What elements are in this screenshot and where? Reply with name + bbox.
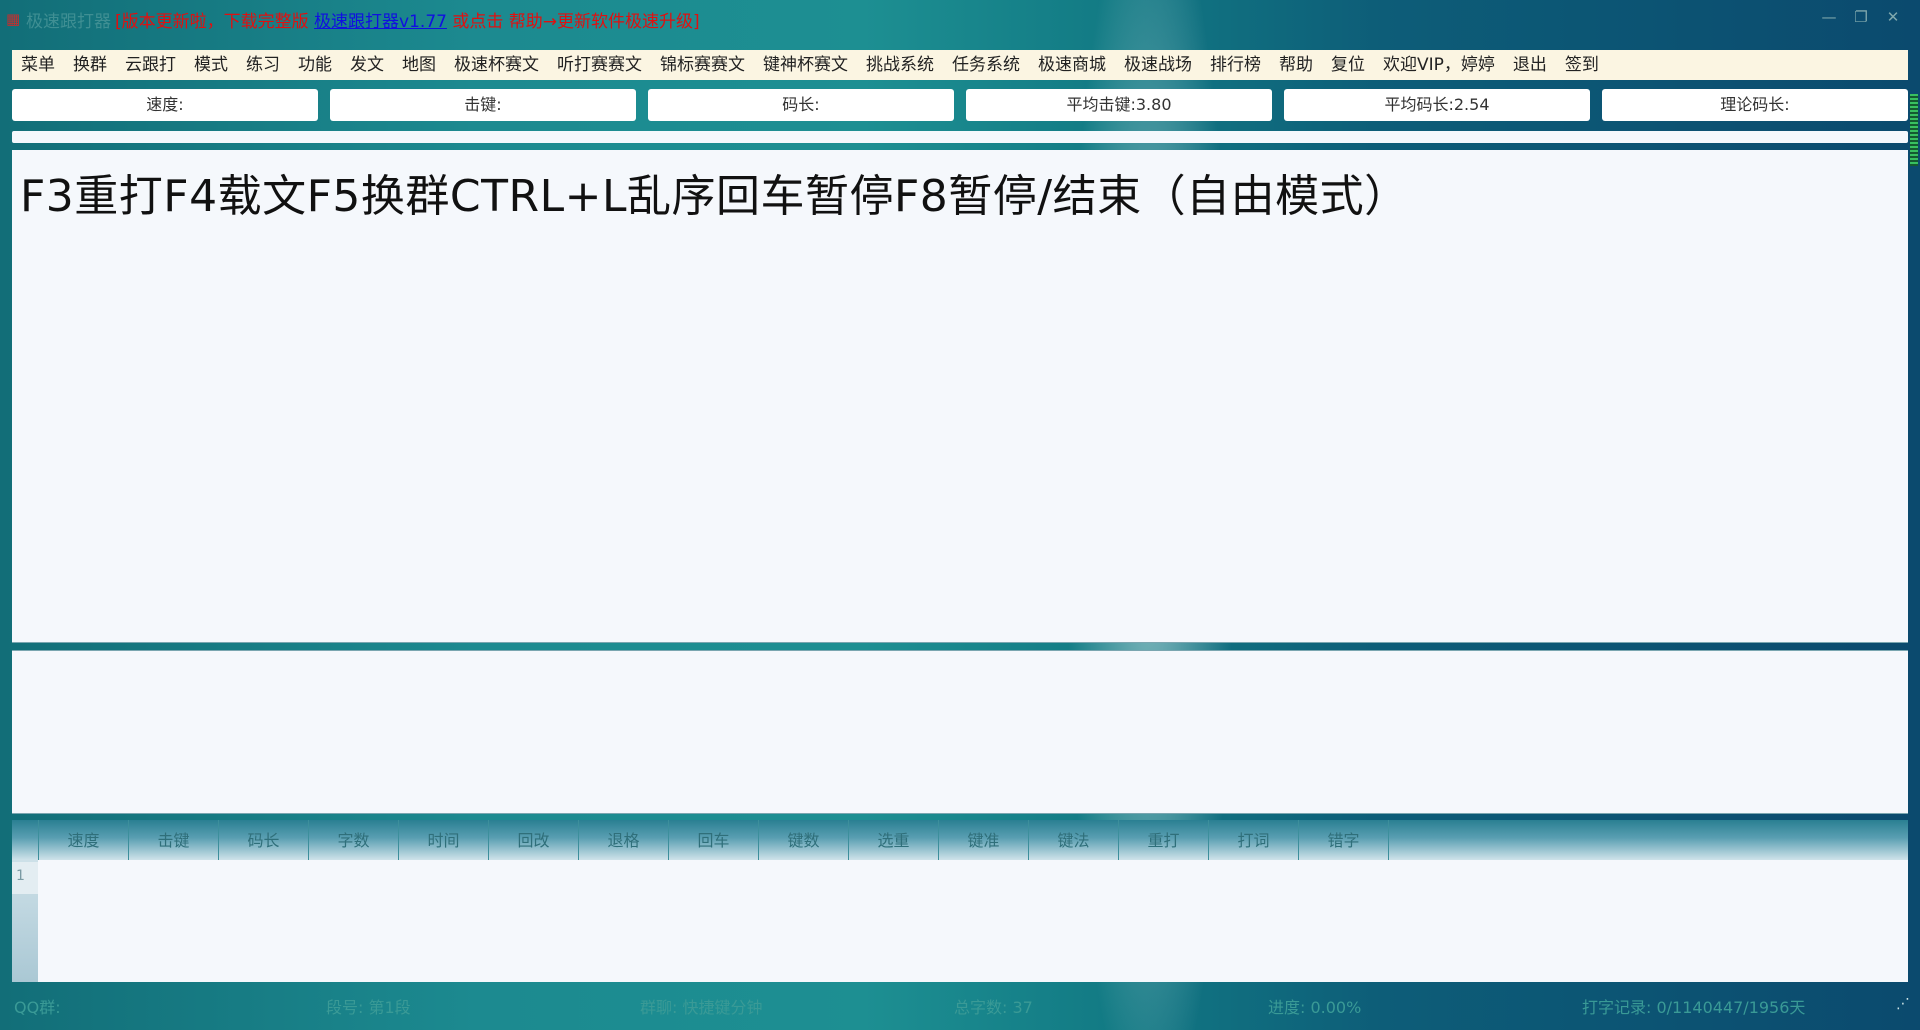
avg-keystroke-stat: 平均击键:3.80 <box>966 89 1272 121</box>
column-header-10[interactable]: 键准 <box>939 820 1029 860</box>
sample-text: F3重打F4载文F5换群CTRL+L乱序回车暂停F8暂停/结束（自由模式） <box>20 171 1409 222</box>
download-link[interactable]: 极速跟打器v1.77 <box>314 12 447 32</box>
paragraph-status: 段号: 第1段 <box>326 998 411 1017</box>
menu-item-12[interactable]: 挑战系统 <box>857 50 943 80</box>
menu-item-6[interactable]: 发文 <box>341 50 393 80</box>
menu-item-2[interactable]: 云跟打 <box>116 50 185 80</box>
app-icon: ▦ <box>6 10 21 28</box>
menu-item-9[interactable]: 听打赛赛文 <box>548 50 651 80</box>
typing-progress-bar <box>12 131 1908 143</box>
app-name: 极速跟打器 <box>26 12 111 32</box>
column-header-2[interactable]: 码长 <box>219 820 309 860</box>
column-header-5[interactable]: 回改 <box>489 820 579 860</box>
menu-item-0[interactable]: 菜单 <box>12 50 64 80</box>
word-count-status: 总字数: 37 <box>954 998 1033 1017</box>
column-header-1[interactable]: 击键 <box>129 820 219 860</box>
column-header-7[interactable]: 回车 <box>669 820 759 860</box>
typing-record-status: 打字记录: 0/1140447/1956天 <box>1582 998 1806 1017</box>
column-header-13[interactable]: 打词 <box>1209 820 1299 860</box>
progress-status: 进度: 0.00% <box>1268 998 1362 1017</box>
column-header-6[interactable]: 退格 <box>579 820 669 860</box>
results-grid: 速度 击键 码长 字数 时间 回改 退格 回车 键数 选重 键准 键法 重打 打词 错字 1 <box>12 820 1908 982</box>
row-number[interactable]: 1 <box>12 862 38 894</box>
keystroke-stat: 击键: <box>330 89 636 121</box>
menu-item-21[interactable]: 签到 <box>1556 50 1608 80</box>
menu-item-18[interactable]: 复位 <box>1322 50 1374 80</box>
status-bar: QQ群: 段号: 第1段 群聊: 快捷键分钟 总字数: 37 进度: 0.00%… <box>0 990 1920 1020</box>
menu-item-7[interactable]: 地图 <box>393 50 445 80</box>
menu-item-15[interactable]: 极速战场 <box>1115 50 1201 80</box>
qq-group-status: QQ群: <box>14 998 61 1017</box>
update-notice-text: [版本更新啦，下载完整版 <box>115 12 315 32</box>
column-header-9[interactable]: 选重 <box>849 820 939 860</box>
avg-code-length-stat: 平均码长:2.54 <box>1284 89 1590 121</box>
scrollbar-thumb[interactable] <box>1910 94 1918 166</box>
group-chat-status: 群聊: 快捷键分钟 <box>640 998 763 1017</box>
menu-item-20[interactable]: 退出 <box>1504 50 1556 80</box>
code-length-stat: 码长: <box>648 89 954 121</box>
menu-item-11[interactable]: 键神杯赛文 <box>754 50 857 80</box>
minimize-icon[interactable]: — <box>1818 6 1840 28</box>
column-header-0[interactable]: 速度 <box>39 820 129 860</box>
column-header-3[interactable]: 字数 <box>309 820 399 860</box>
menu-item-14[interactable]: 极速商城 <box>1029 50 1115 80</box>
column-header-8[interactable]: 键数 <box>759 820 849 860</box>
grid-corner-cell <box>12 820 39 860</box>
theory-code-length-stat: 理论码长: <box>1602 89 1908 121</box>
column-header-14[interactable]: 错字 <box>1299 820 1389 860</box>
update-notice-tail: 或点击 帮助→更新软件极速升级] <box>446 12 700 32</box>
menu-item-8[interactable]: 极速杯赛文 <box>445 50 548 80</box>
menu-item-1[interactable]: 换群 <box>64 50 116 80</box>
menu-item-10[interactable]: 锦标赛赛文 <box>651 50 754 80</box>
menu-item-19[interactable]: 欢迎VIP，婷婷 <box>1374 50 1504 80</box>
column-header-11[interactable]: 键法 <box>1029 820 1119 860</box>
restore-icon[interactable]: ❐ <box>1850 6 1872 28</box>
menu-item-13[interactable]: 任务系统 <box>943 50 1029 80</box>
menu-item-3[interactable]: 模式 <box>185 50 237 80</box>
resize-grip-icon[interactable]: ⋰ <box>1896 996 1910 1012</box>
grid-header: 速度 击键 码长 字数 时间 回改 退格 回车 键数 选重 键准 键法 重打 打词 错字 <box>12 820 1908 860</box>
column-header-12[interactable]: 重打 <box>1119 820 1209 860</box>
speed-stat: 速度: <box>12 89 318 121</box>
menu-item-17[interactable]: 帮助 <box>1270 50 1322 80</box>
title-bar: ▦ 极速跟打器 [版本更新啦，下载完整版 极速跟打器v1.77 或点击 帮助→更… <box>0 0 1920 36</box>
stats-row: 速度: 击键: 码长: 平均击键:3.80 平均码长:2.54 理论码长: <box>12 89 1908 121</box>
sample-text-panel: F3重打F4载文F5换群CTRL+L乱序回车暂停F8暂停/结束（自由模式） <box>12 150 1908 643</box>
typing-input-area[interactable] <box>12 650 1908 814</box>
close-icon[interactable]: ✕ <box>1882 6 1904 28</box>
menu-item-16[interactable]: 排行榜 <box>1201 50 1270 80</box>
menu-bar: 菜单 换群 云跟打 模式 练习 功能 发文 地图 极速杯赛文 听打赛赛文 锦标赛赛文 键神杯赛文 挑战系… <box>12 50 1908 80</box>
menu-item-4[interactable]: 练习 <box>237 50 289 80</box>
window-controls: — ❐ ✕ <box>1818 6 1904 28</box>
column-header-4[interactable]: 时间 <box>399 820 489 860</box>
update-notice: [版本更新啦，下载完整版 极速跟打器v1.77 或点击 帮助→更新软件极速升级] <box>115 7 700 32</box>
menu-item-5[interactable]: 功能 <box>289 50 341 80</box>
